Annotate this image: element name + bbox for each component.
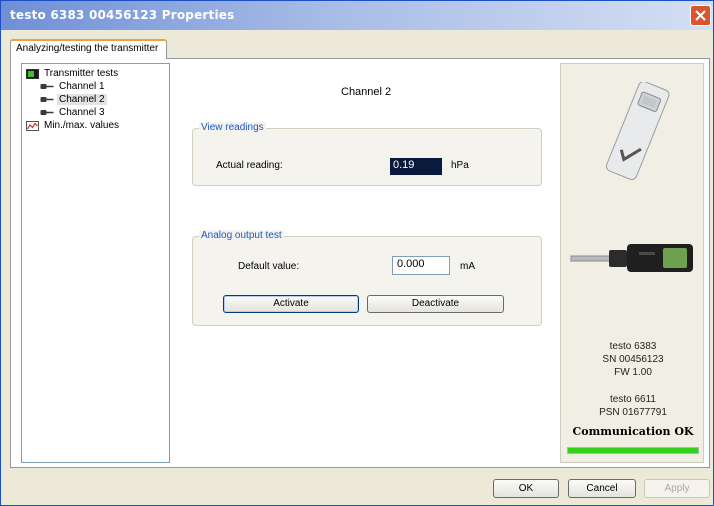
probe-serial: PSN 01677791 [599, 407, 667, 418]
tree-item-label: Channel 1 [59, 81, 105, 92]
tree-item-label: Channel 2 [57, 94, 107, 105]
tab-analyzing[interactable]: Analyzing/testing the transmitter [10, 39, 167, 59]
channel-title: Channel 2 [341, 86, 392, 98]
tree-item-channel-1[interactable]: Channel 1 [40, 80, 107, 93]
device-serial: SN 00456123 [602, 354, 664, 365]
transmitter-icon [26, 68, 39, 79]
tree-item-transmitter-tests[interactable]: Transmitter tests [26, 67, 120, 80]
chart-icon [26, 120, 39, 131]
probe-icon [40, 84, 54, 89]
tree-view[interactable]: Transmitter tests Channel 1 Channel 2 Ch… [21, 63, 170, 463]
tree-item-label: Channel 3 [59, 107, 105, 118]
tree-item-channel-3[interactable]: Channel 3 [40, 106, 107, 119]
progress-fill [568, 448, 698, 453]
properties-window: testo 6383 00456123 Properties Analyzing… [0, 0, 714, 506]
deactivate-button[interactable]: Deactivate [367, 295, 504, 313]
device-firmware: FW 1.00 [614, 367, 652, 378]
probe-icon [40, 110, 54, 115]
apply-button[interactable]: Apply [644, 479, 710, 498]
device-panel: testo 6383 SN 00456123 FW 1.00 testo 661… [560, 63, 704, 463]
communication-status: Communication OK [572, 425, 694, 438]
tree-item-label: Min./max. values [44, 120, 120, 131]
default-value-input[interactable]: 0.000 [392, 256, 450, 275]
default-value-unit: mA [460, 261, 475, 272]
tree-item-channel-2[interactable]: Channel 2 [40, 93, 107, 106]
view-readings-group: View readings Actual reading: 0.19 hPa [192, 122, 542, 186]
device-model: testo 6383 [609, 341, 657, 352]
actual-reading-value: 0.19 [390, 158, 442, 175]
default-value-label: Default value: [238, 261, 300, 272]
close-button[interactable] [690, 5, 711, 26]
actual-reading-label: Actual reading: [216, 160, 283, 171]
tab-panel: Transmitter tests Channel 1 Channel 2 Ch… [10, 58, 710, 468]
activate-button[interactable]: Activate [223, 295, 359, 313]
analog-output-legend: Analog output test [199, 230, 284, 241]
probe-image [570, 244, 693, 272]
close-icon [695, 10, 706, 21]
actual-reading-unit: hPa [451, 160, 469, 171]
analog-output-group: Analog output test Default value: 0.000 … [192, 230, 542, 326]
tab-label: Analyzing/testing the transmitter [16, 43, 159, 54]
tree-item-min-max[interactable]: Min./max. values [26, 119, 121, 132]
cancel-button[interactable]: Cancel [568, 479, 636, 498]
ok-button[interactable]: OK [493, 479, 559, 498]
tree-item-label: Transmitter tests [44, 68, 119, 79]
probe-model: testo 6611 [610, 394, 656, 405]
title-bar[interactable]: testo 6383 00456123 Properties [1, 1, 713, 30]
probe-icon [40, 97, 54, 102]
communication-progress-bar [567, 447, 699, 454]
window-title: testo 6383 00456123 Properties [10, 8, 235, 22]
view-readings-legend: View readings [199, 122, 266, 133]
transmitter-image [605, 82, 670, 181]
